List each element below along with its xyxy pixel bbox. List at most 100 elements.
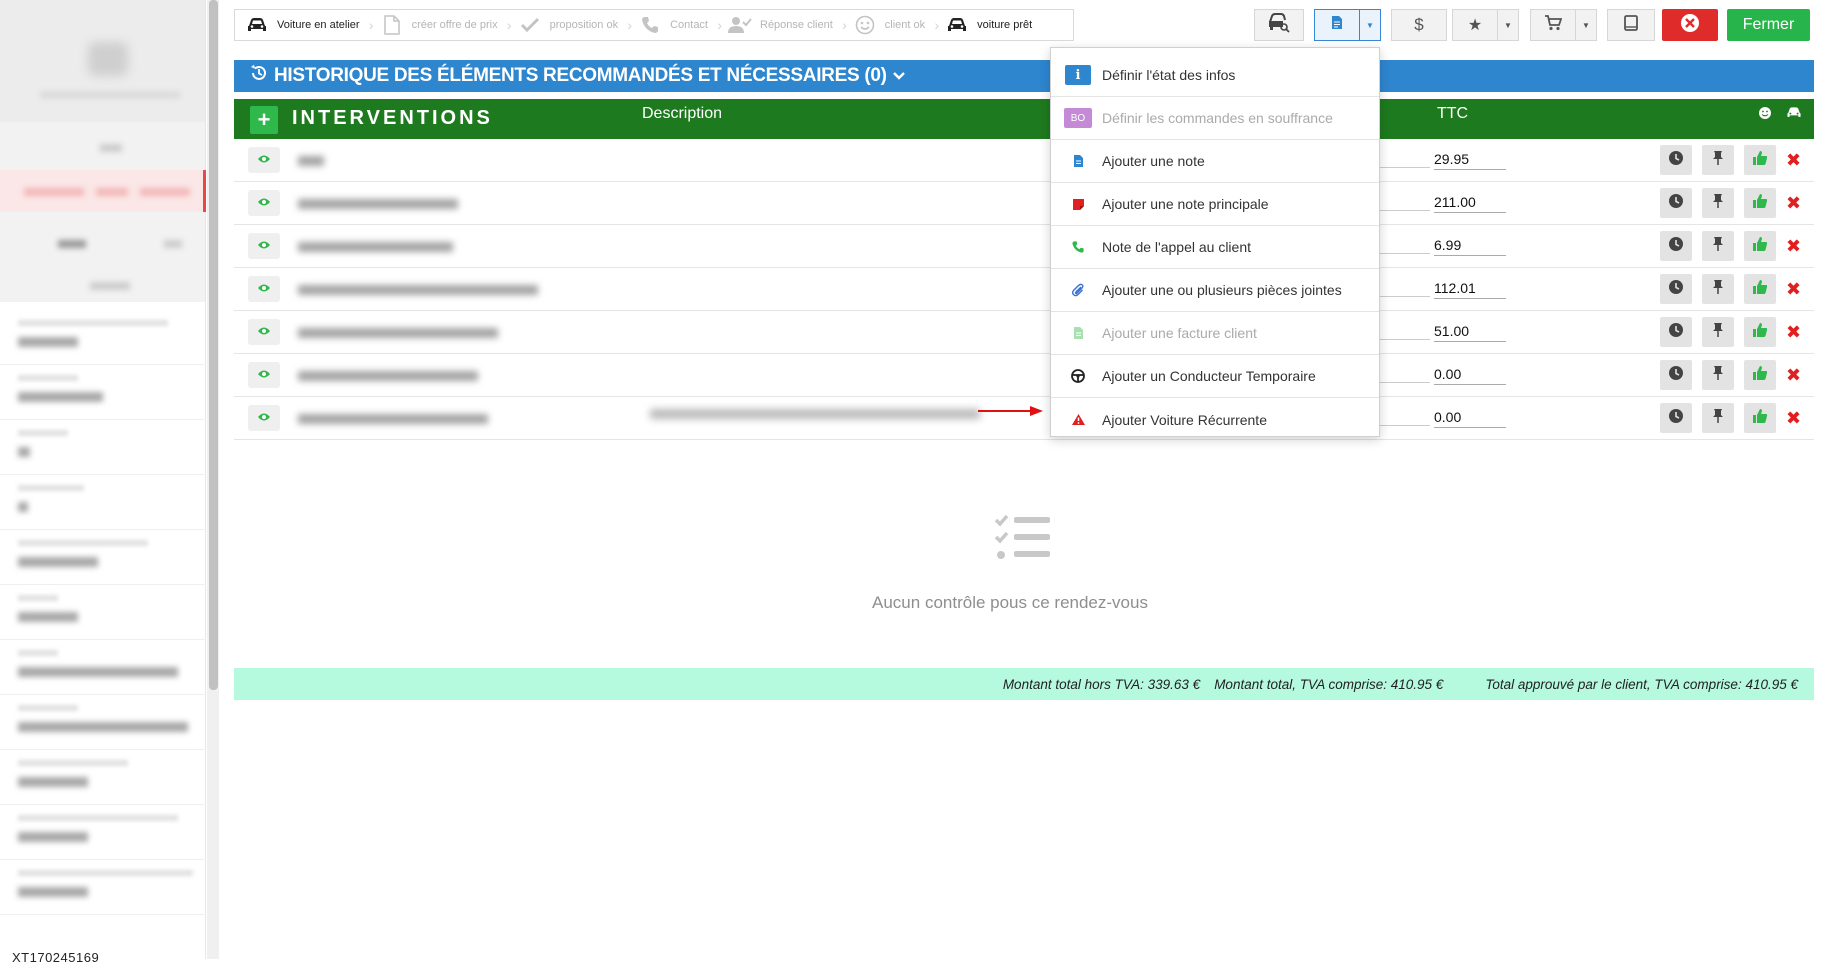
check-icon — [518, 15, 542, 35]
sidebar — [0, 0, 206, 959]
menu-item-voiture-recurrente[interactable]: Ajouter Voiture Récurrente — [1051, 398, 1379, 441]
history-button[interactable] — [1660, 145, 1692, 175]
step-creer-offre[interactable]: créer offre de prix › — [370, 10, 512, 40]
step-reponse-client[interactable]: Réponse client › — [718, 10, 847, 40]
ttc-value[interactable]: 0.00 — [1434, 366, 1506, 385]
delete-icon[interactable]: ✖ — [1786, 408, 1801, 429]
delete-icon[interactable]: ✖ — [1786, 150, 1801, 171]
pin-button[interactable] — [1702, 360, 1734, 390]
menu-item-commandes-souffrance[interactable]: BO Définir les commandes en souffrance — [1051, 97, 1379, 140]
ttc-value[interactable]: 51.00 — [1434, 323, 1506, 342]
delete-icon[interactable]: ✖ — [1786, 279, 1801, 300]
car-key-button[interactable] — [1254, 9, 1304, 41]
delete-icon[interactable]: ✖ — [1786, 193, 1801, 214]
history-button[interactable] — [1660, 231, 1692, 261]
star-menu-toggle[interactable]: ▼ — [1497, 9, 1519, 41]
approve-button[interactable] — [1744, 403, 1776, 433]
sidebar-header — [0, 0, 205, 122]
step-voiture-en-atelier[interactable]: Voiture en atelier › — [235, 10, 374, 40]
ttc-value[interactable]: 112.01 — [1434, 280, 1506, 299]
step-contact[interactable]: Contact › — [628, 10, 722, 40]
view-button[interactable] — [248, 319, 280, 345]
history-button[interactable] — [1660, 403, 1692, 433]
pin-button[interactable] — [1702, 274, 1734, 304]
thumbs-up-icon — [1752, 408, 1768, 429]
step-label: Voiture en atelier — [277, 19, 360, 31]
interventions-title: INTERVENTIONS — [292, 107, 493, 129]
step-proposition-ok[interactable]: proposition ok › — [508, 10, 632, 40]
pin-button[interactable] — [1702, 145, 1734, 175]
menu-item-pieces-jointes[interactable]: Ajouter une ou plusieurs pièces jointes — [1051, 269, 1379, 312]
delete-icon[interactable]: ✖ — [1786, 365, 1801, 386]
document-menu-button[interactable] — [1314, 9, 1360, 41]
approve-button[interactable] — [1744, 317, 1776, 347]
history-button[interactable] — [1660, 317, 1692, 347]
step-label: Réponse client — [760, 19, 833, 31]
annotation-arrow-icon — [978, 404, 1044, 422]
view-button[interactable] — [248, 147, 280, 173]
menu-item-label: Ajouter une facture client — [1102, 325, 1257, 341]
input-underline — [1374, 339, 1430, 340]
tablet-button[interactable] — [1607, 9, 1655, 41]
sidebar-field — [0, 750, 206, 805]
sidebar-field — [0, 695, 206, 750]
view-button[interactable] — [248, 190, 280, 216]
menu-item-conducteur-temporaire[interactable]: Ajouter un Conducteur Temporaire — [1051, 355, 1379, 398]
step-label: proposition ok — [549, 19, 619, 31]
menu-item-ajouter-note[interactable]: Ajouter une note — [1051, 140, 1379, 183]
table-row: 211.00 ✖ — [234, 182, 1814, 225]
delete-icon[interactable]: ✖ — [1786, 236, 1801, 257]
history-button[interactable] — [1660, 188, 1692, 218]
view-button[interactable] — [248, 233, 280, 259]
eye-icon — [257, 323, 271, 341]
cart-button[interactable] — [1530, 9, 1576, 41]
dollar-button[interactable]: $ — [1391, 9, 1447, 41]
history-button[interactable] — [1660, 274, 1692, 304]
approve-button[interactable] — [1744, 274, 1776, 304]
pin-icon — [1712, 408, 1724, 429]
history-button[interactable] — [1660, 360, 1692, 390]
approve-button[interactable] — [1744, 231, 1776, 261]
document-menu-toggle[interactable]: ▼ — [1359, 9, 1381, 41]
menu-item-ajouter-note-principale[interactable]: Ajouter une note principale — [1051, 183, 1379, 226]
sidebar-status-panel — [0, 122, 206, 302]
blurred-description — [298, 156, 324, 166]
star-button[interactable]: ★ — [1452, 9, 1498, 41]
menu-item-note-appel-client[interactable]: Note de l'appel au client — [1051, 226, 1379, 269]
clock-icon — [1668, 193, 1684, 214]
add-intervention-button[interactable]: + — [250, 106, 278, 134]
step-client-ok[interactable]: client ok › — [843, 10, 939, 40]
close-button[interactable]: Fermer — [1727, 9, 1810, 41]
cancel-button[interactable] — [1662, 9, 1718, 41]
view-button[interactable] — [248, 405, 280, 431]
eye-icon — [257, 237, 271, 255]
menu-item-definir-etat-infos[interactable]: i Définir l'état des infos — [1051, 54, 1379, 97]
ttc-value[interactable]: 211.00 — [1434, 194, 1506, 213]
approve-button[interactable] — [1744, 360, 1776, 390]
pin-button[interactable] — [1702, 188, 1734, 218]
clock-icon — [1668, 150, 1684, 171]
thumbs-up-icon — [1752, 322, 1768, 343]
view-button[interactable] — [248, 362, 280, 388]
approve-button[interactable] — [1744, 145, 1776, 175]
phone-icon — [638, 15, 662, 35]
sidebar-scrollbar-thumb[interactable] — [209, 0, 218, 690]
ttc-value[interactable]: 29.95 — [1434, 151, 1506, 170]
pin-button[interactable] — [1702, 231, 1734, 261]
input-underline — [1374, 296, 1430, 297]
step-voiture-pret[interactable]: voiture prêt — [935, 10, 1042, 40]
sidebar-alert[interactable] — [0, 170, 206, 212]
ttc-value[interactable]: 0.00 — [1434, 409, 1506, 428]
cart-menu-toggle[interactable]: ▼ — [1575, 9, 1597, 41]
input-underline — [1374, 210, 1430, 211]
sidebar-field — [0, 530, 206, 585]
eye-icon — [257, 366, 271, 384]
delete-icon[interactable]: ✖ — [1786, 322, 1801, 343]
history-section-header[interactable]: HISTORIQUE DES ÉLÉMENTS RECOMMANDÉS ET N… — [234, 60, 1814, 92]
view-button[interactable] — [248, 276, 280, 302]
menu-item-facture-client[interactable]: Ajouter une facture client — [1051, 312, 1379, 355]
approve-button[interactable] — [1744, 188, 1776, 218]
pin-button[interactable] — [1702, 317, 1734, 347]
pin-button[interactable] — [1702, 403, 1734, 433]
ttc-value[interactable]: 6.99 — [1434, 237, 1506, 256]
